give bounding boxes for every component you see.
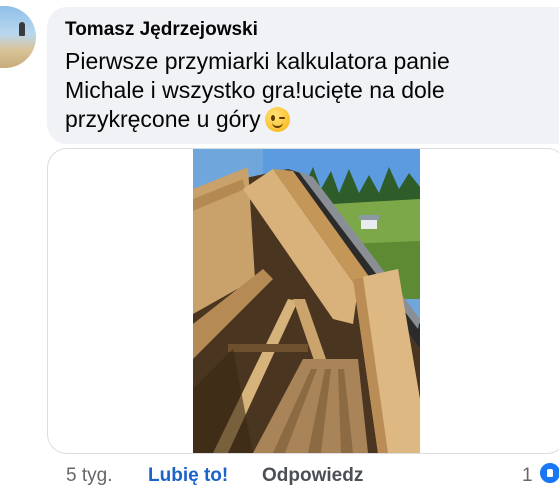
roof-rafters-photo[interactable]	[193, 149, 420, 453]
comment-message: Pierwsze przymiarki kalkulatora panie Mi…	[65, 47, 535, 134]
comment-author[interactable]: Tomasz Jędrzejowski	[65, 19, 559, 41]
comment-timestamp[interactable]: 5 tyg.	[66, 464, 112, 488]
avatar-figure	[19, 22, 25, 36]
like-thumb-icon[interactable]	[538, 461, 559, 485]
reply-button[interactable]: Odpowiedz	[262, 464, 363, 488]
winking-face-icon	[264, 107, 290, 132]
author-avatar[interactable]	[0, 6, 36, 68]
comment-text: Pierwsze przymiarki kalkulatora panie Mi…	[65, 48, 450, 132]
comment-bubble: Tomasz Jędrzejowski Pierwsze przymiarki …	[47, 7, 559, 144]
like-button[interactable]: Lubię to!	[148, 464, 228, 488]
reaction-count[interactable]: 1	[522, 464, 533, 488]
comment-attachment[interactable]	[47, 148, 559, 454]
